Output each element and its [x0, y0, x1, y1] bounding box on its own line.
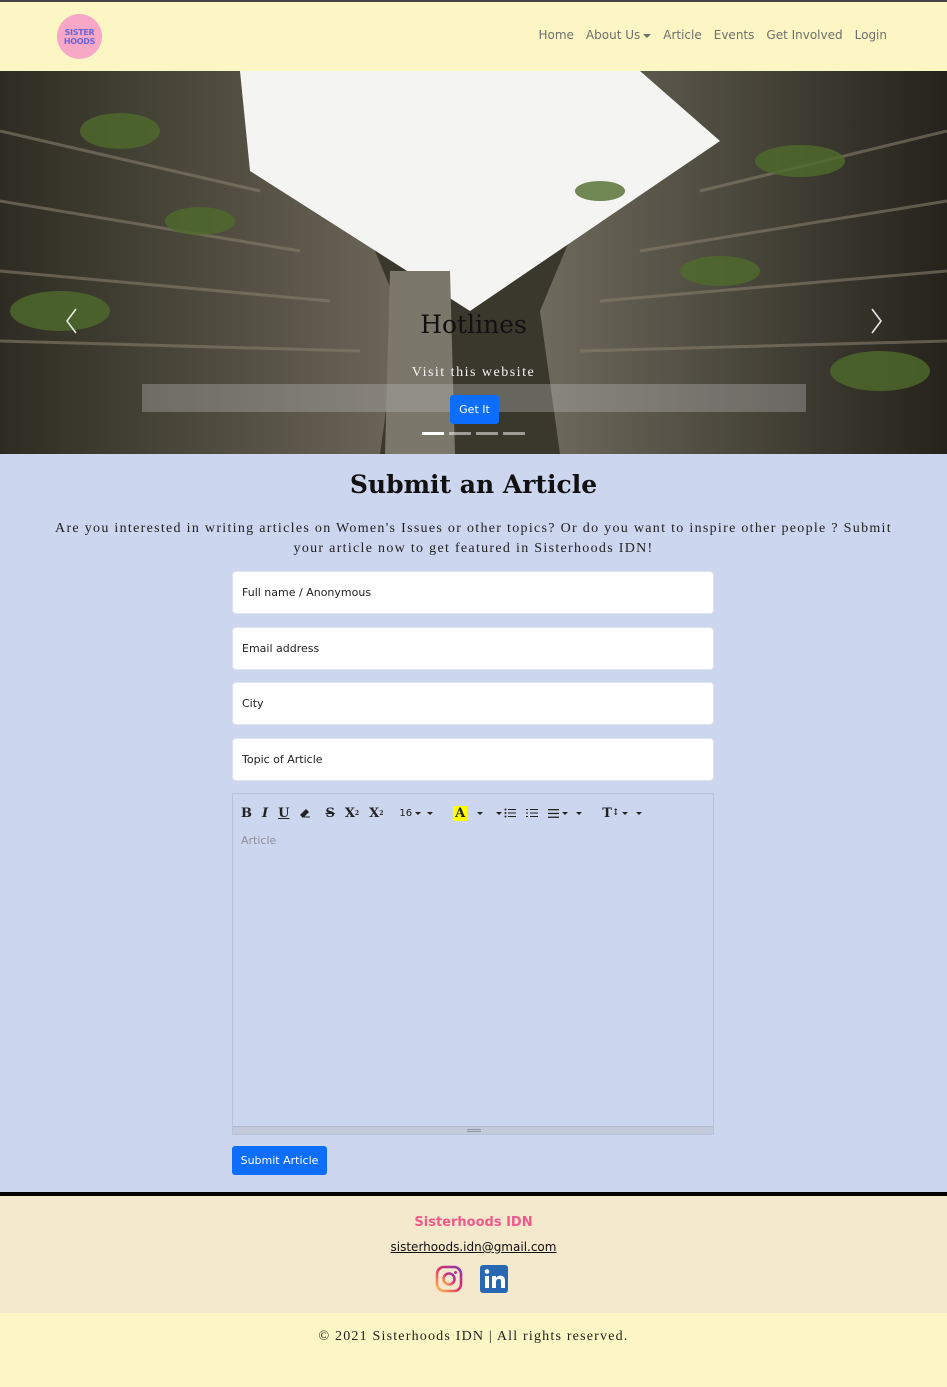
navbar: SISTER HOODS Home About Us Article Event…	[0, 0, 947, 71]
full-name-field[interactable]	[232, 571, 714, 614]
indicator-2[interactable]	[449, 432, 471, 435]
subscript-button[interactable]: X2	[369, 804, 383, 822]
text-color-label: A	[453, 805, 468, 821]
slide-title: Hotlines	[420, 310, 527, 339]
footer-contact: Sisterhoods IDN sisterhoods.idn@gmail.co…	[0, 1192, 947, 1313]
nav-article[interactable]: Article	[663, 28, 702, 42]
site-logo[interactable]: SISTER HOODS	[57, 14, 102, 59]
font-size-dropdown[interactable]: 16	[399, 804, 434, 822]
footer-brand: Sisterhoods IDN	[414, 1215, 533, 1230]
indicator-3[interactable]	[476, 432, 498, 435]
logo-text-bottom: HOODS	[63, 36, 96, 46]
line-height-button[interactable]: T ↕	[602, 804, 643, 822]
slide-subtitle: Visit this website	[411, 365, 536, 380]
nav-about-us-label: About Us	[585, 28, 641, 42]
city-field[interactable]	[232, 682, 714, 725]
numbered-list-icon[interactable]	[526, 804, 539, 822]
copyright-text: © 2021 Sisterhoods IDN | All rights rese…	[318, 1329, 629, 1344]
nav-about-us[interactable]: About Us	[585, 28, 652, 42]
subscript-label: X	[369, 805, 380, 821]
footer-copyright-bar: © 2021 Sisterhoods IDN | All rights rese…	[0, 1313, 947, 1387]
superscript-button[interactable]: X2	[345, 804, 359, 822]
editor-resize-bar[interactable]	[233, 1126, 713, 1134]
strikethrough-button[interactable]: S	[325, 804, 334, 822]
nav-home[interactable]: Home	[538, 28, 573, 42]
carousel-indicators	[422, 432, 525, 435]
nav-events[interactable]: Events	[714, 28, 755, 42]
indicator-1[interactable]	[422, 432, 444, 435]
resize-grip-icon[interactable]	[467, 1129, 481, 1132]
article-textarea[interactable]	[233, 834, 713, 1126]
line-height-label: T	[602, 805, 612, 821]
article-editor: B I U S X2 X2 16 A T ↕	[232, 793, 714, 1135]
form-intro: Are you interested in writing articles o…	[55, 521, 892, 556]
editor-toolbar: B I U S X2 X2 16 A T ↕	[241, 804, 652, 822]
align-icon[interactable]	[548, 804, 583, 822]
text-color-button[interactable]: A	[453, 804, 484, 822]
bullet-list-icon[interactable]	[493, 804, 517, 822]
instagram-icon[interactable]	[435, 1265, 463, 1293]
chevron-down-icon	[643, 33, 652, 38]
font-size-value: 16	[399, 807, 413, 819]
topic-field[interactable]	[232, 738, 714, 781]
email-field[interactable]	[232, 627, 714, 670]
get-it-button[interactable]: Get It	[450, 395, 499, 424]
submit-article-button[interactable]: Submit Article	[232, 1146, 327, 1175]
linkedin-icon[interactable]	[480, 1265, 508, 1293]
indicator-4[interactable]	[503, 432, 525, 435]
form-title: Submit an Article	[349, 470, 598, 499]
nav-get-involved[interactable]: Get Involved	[766, 28, 842, 42]
footer-email-link[interactable]: sisterhoods.idn@gmail.com	[0, 1240, 947, 1254]
superscript-label: X	[344, 805, 355, 821]
logo-text-top: SISTER	[64, 27, 95, 37]
main-nav: Home About Us Article Events Get Involve…	[538, 28, 887, 42]
eraser-icon[interactable]	[299, 804, 311, 822]
nav-login[interactable]: Login	[855, 28, 887, 42]
italic-button[interactable]: I	[262, 804, 268, 822]
bold-button[interactable]: B	[241, 804, 252, 822]
underline-button[interactable]: U	[278, 804, 289, 822]
